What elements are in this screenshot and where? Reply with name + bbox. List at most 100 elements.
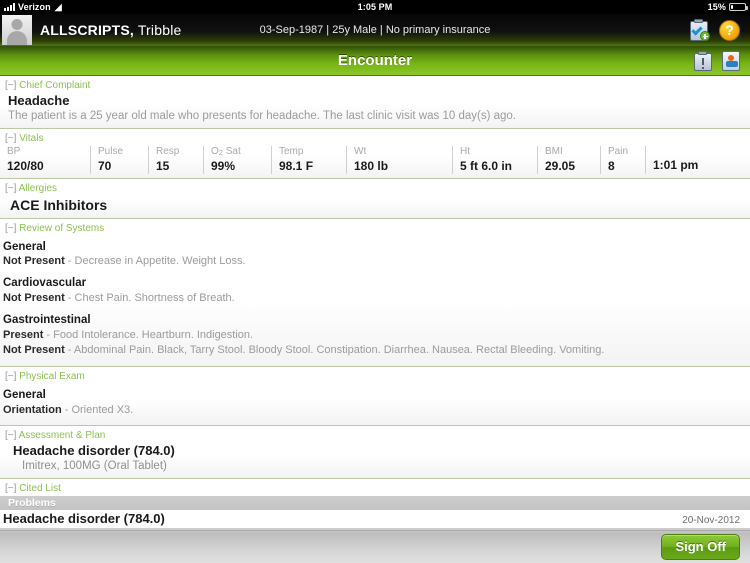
collapse-toggle[interactable]: [−] <box>5 183 16 194</box>
allergy-value: ACE Inhibitors <box>10 196 108 213</box>
section-review-of-systems: [−] Review of Systems General Not Present… <box>0 218 750 367</box>
patient-banner[interactable]: ALLSCRIPTS, Tribble 03-Sep-1987 | 25y Ma… <box>0 14 750 46</box>
banner-actions: ? <box>689 19 750 41</box>
finding-group-name: General <box>3 388 46 401</box>
status-bar-clock: 1:05 PM <box>357 2 393 12</box>
clipboard-check-add-icon[interactable] <box>689 19 710 41</box>
finding-status: Not Present <box>3 343 65 356</box>
battery-icon <box>729 3 748 11</box>
section-header-allergies[interactable]: [−] Allergies <box>0 179 750 196</box>
ios-status-bar: Verizon ◢ 1:05 PM 15% <box>0 0 750 14</box>
section-chief-complaint: [−] Chief Complaint Headache The patient… <box>0 76 750 129</box>
section-header-assessment-plan[interactable]: [−] Assessment & Plan <box>0 426 750 443</box>
document-patient-icon[interactable] <box>722 50 740 71</box>
encounter-content[interactable]: [−] Chief Complaint Headache The patient… <box>0 76 750 530</box>
chief-complaint-narrative: The patient is a 25 year old male who pr… <box>8 110 516 122</box>
section-cited-list: [−] Cited List Problems Headache disorde… <box>0 479 750 530</box>
avatar <box>2 15 32 45</box>
vitals-row: BP 120/80 Pulse 70 Resp 15 O2 Sat 99% Temp 98.1 F… <box>0 146 750 178</box>
vital-label: Ht <box>460 146 470 157</box>
vital-temp: Temp 98.1 F <box>271 146 346 174</box>
patient-first-name: Tribble <box>137 22 182 38</box>
vital-value: 98.1 F <box>279 158 314 173</box>
bottom-toolbar: Sign Off <box>0 530 750 563</box>
vital-label: Temp <box>279 146 304 157</box>
vital-o2-sat: O2 Sat 99% <box>203 146 271 174</box>
assessment-medication[interactable]: Imitrex, 100MG (Oral Tablet) <box>0 460 750 478</box>
sign-off-button[interactable]: Sign Off <box>661 534 740 560</box>
vital-bp: BP 120/80 <box>0 146 90 174</box>
section-label: Cited List <box>19 483 61 495</box>
vital-pulse: Pulse 70 <box>90 146 148 174</box>
collapse-toggle[interactable]: [−] <box>5 133 16 144</box>
section-header-review-of-systems[interactable]: [−] Review of Systems <box>0 219 750 236</box>
section-assessment-plan: [−] Assessment & Plan Headache disorder … <box>0 426 750 480</box>
vital-value: 15 <box>156 158 170 173</box>
clipboard-alert-icon[interactable] <box>694 50 712 71</box>
vital-value: 120/80 <box>7 158 44 173</box>
table-row[interactable]: Headache disorder (784.0) 20-Nov-2012 <box>0 510 750 529</box>
finding-line: Not Present - Decrease in Appetite. Weig… <box>3 255 246 268</box>
vital-value: 8 <box>608 158 615 173</box>
section-physical-exam: [−] Physical Exam General Orientation - O… <box>0 366 750 427</box>
finding-group: Gastrointestinal Present - Food Intoleran… <box>3 313 750 358</box>
finding-group-name: General <box>3 240 46 253</box>
vital-value: 5 ft 6.0 in <box>460 158 513 173</box>
collapse-toggle[interactable]: [−] <box>5 430 16 441</box>
vital-value: 99% <box>211 158 236 173</box>
section-label: Physical Exam <box>19 370 85 382</box>
chief-complaint-title: Headache <box>8 93 70 108</box>
page-title: Encounter <box>337 52 413 69</box>
vital-bmi: BMI 29.05 <box>537 146 600 174</box>
collapse-toggle[interactable]: [−] <box>5 223 16 234</box>
vital-resp: Resp 15 <box>148 146 203 174</box>
section-label: Review of Systems <box>19 222 105 234</box>
section-header-cited-list[interactable]: [−] Cited List <box>0 479 750 496</box>
title-bar-actions <box>694 46 740 75</box>
finding-line: Not Present - Abdominal Pain. Black, Tar… <box>3 343 605 356</box>
section-header-chief-complaint[interactable]: [−] Chief Complaint <box>0 76 750 93</box>
vital-label: Pulse <box>98 146 124 157</box>
cited-problem-date: 20-Nov-2012 <box>682 515 740 527</box>
assessment-diagnosis[interactable]: Headache disorder (784.0) <box>0 443 750 460</box>
finding-line: Not Present - Chest Pain. Shortness of B… <box>3 292 235 305</box>
section-label: Vitals <box>19 133 44 144</box>
finding-status: Orientation <box>3 403 62 416</box>
finding-group-name: Cardiovascular <box>3 277 87 290</box>
finding-status: Not Present <box>3 255 65 268</box>
vital-value: 70 <box>98 158 112 173</box>
vital-label: O2 Sat <box>211 146 241 157</box>
vital-wt: Wt 180 lb <box>346 146 452 174</box>
section-header-physical-exam[interactable]: [−] Physical Exam <box>0 367 750 384</box>
section-header-vitals[interactable]: [−] Vitals <box>0 129 750 146</box>
finding-group: General Orientation - Oriented X3. <box>3 388 750 418</box>
finding-status: Present <box>3 329 44 341</box>
vital-label: Wt <box>354 146 367 157</box>
section-label: Assessment & Plan <box>18 430 106 442</box>
review-of-systems-body: General Not Present - Decrease in Appetit… <box>0 236 750 366</box>
finding-line: Present - Food Intolerance. Heartburn. I… <box>3 329 254 341</box>
section-label: Chief Complaint <box>19 80 91 91</box>
help-icon[interactable]: ? <box>719 19 740 41</box>
patient-last-name: ALLSCRIPTS, <box>40 22 134 38</box>
vital-label: BMI <box>545 146 563 157</box>
vital-value: 180 lb <box>354 158 389 173</box>
finding-group: Cardiovascular Not Present - Chest Pain. … <box>3 276 750 306</box>
vital-pain: Pain 8 <box>600 146 645 174</box>
patient-name: ALLSCRIPTS, Tribble <box>40 22 182 38</box>
collapse-toggle[interactable]: [−] <box>5 80 16 91</box>
encounter-title-bar: Encounter <box>0 46 750 76</box>
finding-line: Orientation - Oriented X3. <box>3 403 134 416</box>
vitals-recorded-time: 1:01 pm <box>645 146 704 174</box>
finding-status: Not Present <box>3 292 65 305</box>
section-label: Allergies <box>18 182 57 194</box>
vital-value: 29.05 <box>545 158 576 173</box>
finding-group: General Not Present - Decrease in Appetit… <box>3 240 750 270</box>
collapse-toggle[interactable]: [−] <box>5 483 16 494</box>
vitals-time-value: 1:01 pm <box>653 157 699 172</box>
vital-label: Resp <box>156 146 180 157</box>
section-allergies: [−] Allergies ACE Inhibitors <box>0 178 750 219</box>
vital-label: Pain <box>608 146 629 157</box>
collapse-toggle[interactable]: [−] <box>5 371 16 382</box>
finding-group-name: Gastrointestinal <box>3 314 91 327</box>
